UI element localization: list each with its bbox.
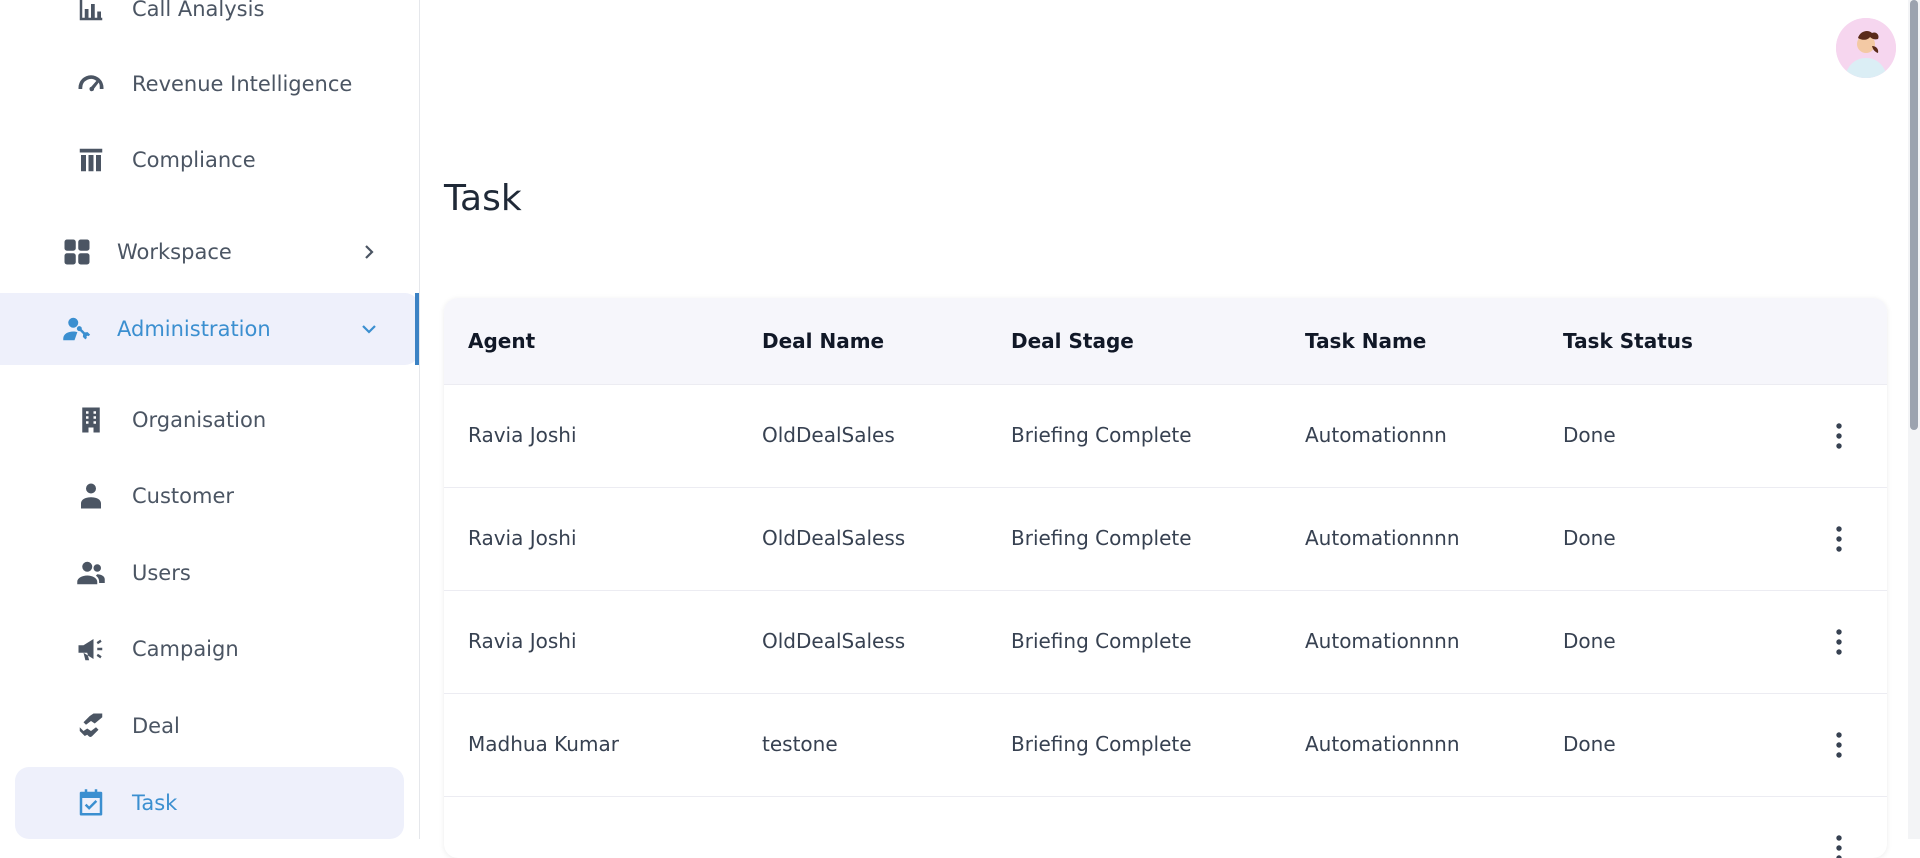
cell-deal-stage: Briefing Complete xyxy=(1011,423,1192,447)
scrollbar-thumb[interactable] xyxy=(1910,0,1918,430)
cell-task-name: Automationnn xyxy=(1305,423,1447,447)
sidebar-item-label: Campaign xyxy=(132,637,239,661)
sidebar-item-organisation[interactable]: Organisation xyxy=(0,384,419,456)
avatar-illustration xyxy=(1836,18,1896,78)
sidebar-item-call-analysis[interactable]: Call Analysis xyxy=(0,0,419,45)
column-header-deal-name[interactable]: Deal Name xyxy=(762,329,884,353)
columns-icon xyxy=(76,145,106,175)
cell-deal-name: OldDealSales xyxy=(762,423,895,447)
sidebar-item-workspace[interactable]: Workspace xyxy=(0,216,419,288)
sidebar-item-revenue-intelligence[interactable]: Revenue Intelligence xyxy=(0,48,419,120)
cell-agent: Ravia Joshi xyxy=(468,629,577,653)
table-row[interactable]: Ravia Joshi OldDealSaless Briefing Compl… xyxy=(444,590,1887,694)
grid-icon xyxy=(62,237,92,267)
sidebar-item-label: Compliance xyxy=(132,148,256,172)
task-table: Agent Deal Name Deal Stage Task Name Tas… xyxy=(444,298,1887,858)
people-icon xyxy=(76,558,106,588)
cell-task-name: Automationnnn xyxy=(1305,526,1460,550)
cell-agent: Ravia Joshi xyxy=(468,526,577,550)
calendar-check-icon xyxy=(76,788,106,818)
cell-task-status: Done xyxy=(1563,732,1616,756)
page-title: Task xyxy=(444,178,522,219)
sidebar-item-label: Task xyxy=(132,791,178,815)
chevron-down-icon xyxy=(359,319,379,339)
avatar[interactable] xyxy=(1836,18,1896,78)
cell-task-name: Automationnnn xyxy=(1305,732,1460,756)
cell-deal-name: testone xyxy=(762,732,838,756)
cell-deal-stage: Briefing Complete xyxy=(1011,732,1192,756)
user-wrench-icon xyxy=(62,314,92,344)
sidebar-item-label: Customer xyxy=(132,484,235,508)
column-header-deal-stage[interactable]: Deal Stage xyxy=(1011,329,1134,353)
cell-deal-name: OldDealSaless xyxy=(762,629,906,653)
sidebar-item-task[interactable]: Task xyxy=(15,767,404,839)
column-header-task-name[interactable]: Task Name xyxy=(1305,329,1426,353)
more-vertical-icon[interactable] xyxy=(1824,421,1854,451)
cell-agent: Madhua Kumar xyxy=(468,732,619,756)
table-header: Agent Deal Name Deal Stage Task Name Tas… xyxy=(444,298,1887,384)
column-header-agent[interactable]: Agent xyxy=(468,329,535,353)
sidebar-item-label: Administration xyxy=(117,317,271,341)
table-row[interactable]: Ravia Joshi OldDealSales Briefing Comple… xyxy=(444,384,1887,488)
more-vertical-icon[interactable] xyxy=(1824,730,1854,760)
gauge-icon xyxy=(76,69,106,99)
building-icon xyxy=(76,405,106,435)
handshake-icon xyxy=(76,711,106,741)
table-row[interactable] xyxy=(444,796,1887,858)
sidebar-item-label: Users xyxy=(132,561,191,585)
cell-deal-name: OldDealSaless xyxy=(762,526,906,550)
page-scrollbar[interactable] xyxy=(1908,0,1920,839)
cell-task-status: Done xyxy=(1563,423,1616,447)
sidebar-item-campaign[interactable]: Campaign xyxy=(0,613,419,685)
sidebar-item-administration[interactable]: Administration xyxy=(0,293,419,365)
cell-task-status: Done xyxy=(1563,526,1616,550)
cell-deal-stage: Briefing Complete xyxy=(1011,526,1192,550)
sidebar-item-label: Workspace xyxy=(117,240,232,264)
sidebar-item-users[interactable]: Users xyxy=(0,537,419,609)
active-indicator xyxy=(415,293,419,365)
sidebar-item-deal[interactable]: Deal xyxy=(0,690,419,762)
sidebar: Call Analysis Revenue Intelligence Compl… xyxy=(0,0,420,839)
more-vertical-icon[interactable] xyxy=(1824,524,1854,554)
table-row[interactable]: Ravia Joshi OldDealSaless Briefing Compl… xyxy=(444,487,1887,591)
table-row[interactable]: Madhua Kumar testone Briefing Complete A… xyxy=(444,693,1887,797)
bar-chart-icon xyxy=(76,0,106,24)
sidebar-item-label: Call Analysis xyxy=(132,0,265,21)
column-header-task-status[interactable]: Task Status xyxy=(1563,329,1693,353)
megaphone-icon xyxy=(76,634,106,664)
chevron-right-icon xyxy=(359,242,379,262)
sidebar-item-label: Organisation xyxy=(132,408,267,432)
cell-task-name: Automationnnn xyxy=(1305,629,1460,653)
sidebar-item-label: Revenue Intelligence xyxy=(132,72,353,96)
sidebar-item-compliance[interactable]: Compliance xyxy=(0,124,419,196)
cell-deal-stage: Briefing Complete xyxy=(1011,629,1192,653)
cell-agent: Ravia Joshi xyxy=(468,423,577,447)
more-vertical-icon[interactable] xyxy=(1824,833,1854,858)
more-vertical-icon[interactable] xyxy=(1824,627,1854,657)
sidebar-item-label: Deal xyxy=(132,714,180,738)
sidebar-item-customer[interactable]: Customer xyxy=(0,460,419,532)
cell-task-status: Done xyxy=(1563,629,1616,653)
person-tie-icon xyxy=(76,481,106,511)
